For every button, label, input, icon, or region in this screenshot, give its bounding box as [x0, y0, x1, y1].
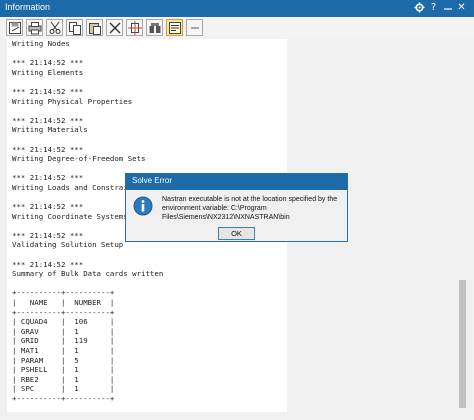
dialog-title-bar[interactable]: Solve Error	[126, 174, 347, 190]
gear-icon[interactable]	[413, 1, 426, 15]
window-title-bar[interactable]: Information ? ✕	[0, 0, 474, 17]
log-line: | GRID | 119 |	[12, 336, 115, 346]
cut-icon[interactable]	[46, 19, 63, 36]
log-line: +----------+----------+	[12, 307, 115, 317]
log-line: | MAT1 | 1 |	[12, 346, 115, 355]
copy-icon[interactable]	[66, 19, 83, 36]
dialog-message-line: Files\Siemens\NX2312\NXNASTRAN\bin	[162, 214, 290, 221]
log-line: | RBE2 | 1 |	[12, 374, 115, 384]
log-line: Writing Elements	[12, 67, 84, 77]
log-line: | SPC | 1 |	[12, 384, 115, 394]
paste-icon[interactable]	[86, 19, 103, 36]
minimize-icon[interactable]	[441, 1, 454, 15]
log-line: Writing Materials	[12, 125, 88, 135]
save-icon[interactable]	[6, 19, 23, 36]
log-line: | CQUAD4 | 106 |	[12, 317, 115, 327]
dialog-message-line: Nastran executable is not at the locatio…	[162, 196, 338, 203]
log-line: | PARAM | 5 |	[12, 355, 115, 365]
log-line: | NAME | NUMBER |	[12, 298, 115, 308]
wrap-icon[interactable]	[166, 19, 183, 36]
find-icon[interactable]	[146, 19, 163, 36]
log-line: Writing Nodes	[12, 39, 70, 48]
clear-icon[interactable]	[106, 19, 123, 36]
ok-button[interactable]: OK	[218, 227, 255, 240]
log-line: +----------+----------+	[12, 393, 115, 403]
dialog-message: Nastran executable is not at the locatio…	[162, 195, 345, 222]
log-line: Summary of Bulk Data cards written	[12, 269, 164, 279]
close-icon[interactable]: ✕	[455, 1, 468, 15]
log-line: *** 21:14:52 ***	[12, 58, 84, 68]
log-line: *** 21:14:52 ***	[12, 86, 84, 96]
log-line: *** 21:14:52 ***	[12, 144, 84, 154]
log-line: | GRAV | 1 |	[12, 326, 115, 336]
info-icon	[133, 196, 153, 216]
print-icon[interactable]	[26, 19, 43, 36]
solve-error-dialog: Solve Error Nastran executable is not at…	[125, 173, 348, 242]
more-icon[interactable]	[186, 19, 203, 36]
help-icon[interactable]: ?	[427, 1, 440, 15]
log-line: *** 21:14:52 ***	[12, 115, 84, 125]
log-line: Writing Physical Properties	[12, 96, 133, 106]
log-line: | PSHELL | 1 |	[12, 365, 115, 375]
scrollbar-thumb[interactable]	[459, 280, 466, 408]
window-title: Information	[5, 2, 51, 12]
log-line: +----------+----------+	[12, 288, 115, 298]
dialog-message-line: environment variable: C:\Program	[162, 205, 267, 212]
log-line: *** 21:14:52 ***	[12, 259, 84, 269]
log-line: Writing Degree-of-Freedom Sets	[12, 154, 146, 164]
insert-icon[interactable]	[126, 19, 143, 36]
toolbar	[0, 17, 474, 39]
dialog-title: Solve Error	[132, 176, 173, 185]
